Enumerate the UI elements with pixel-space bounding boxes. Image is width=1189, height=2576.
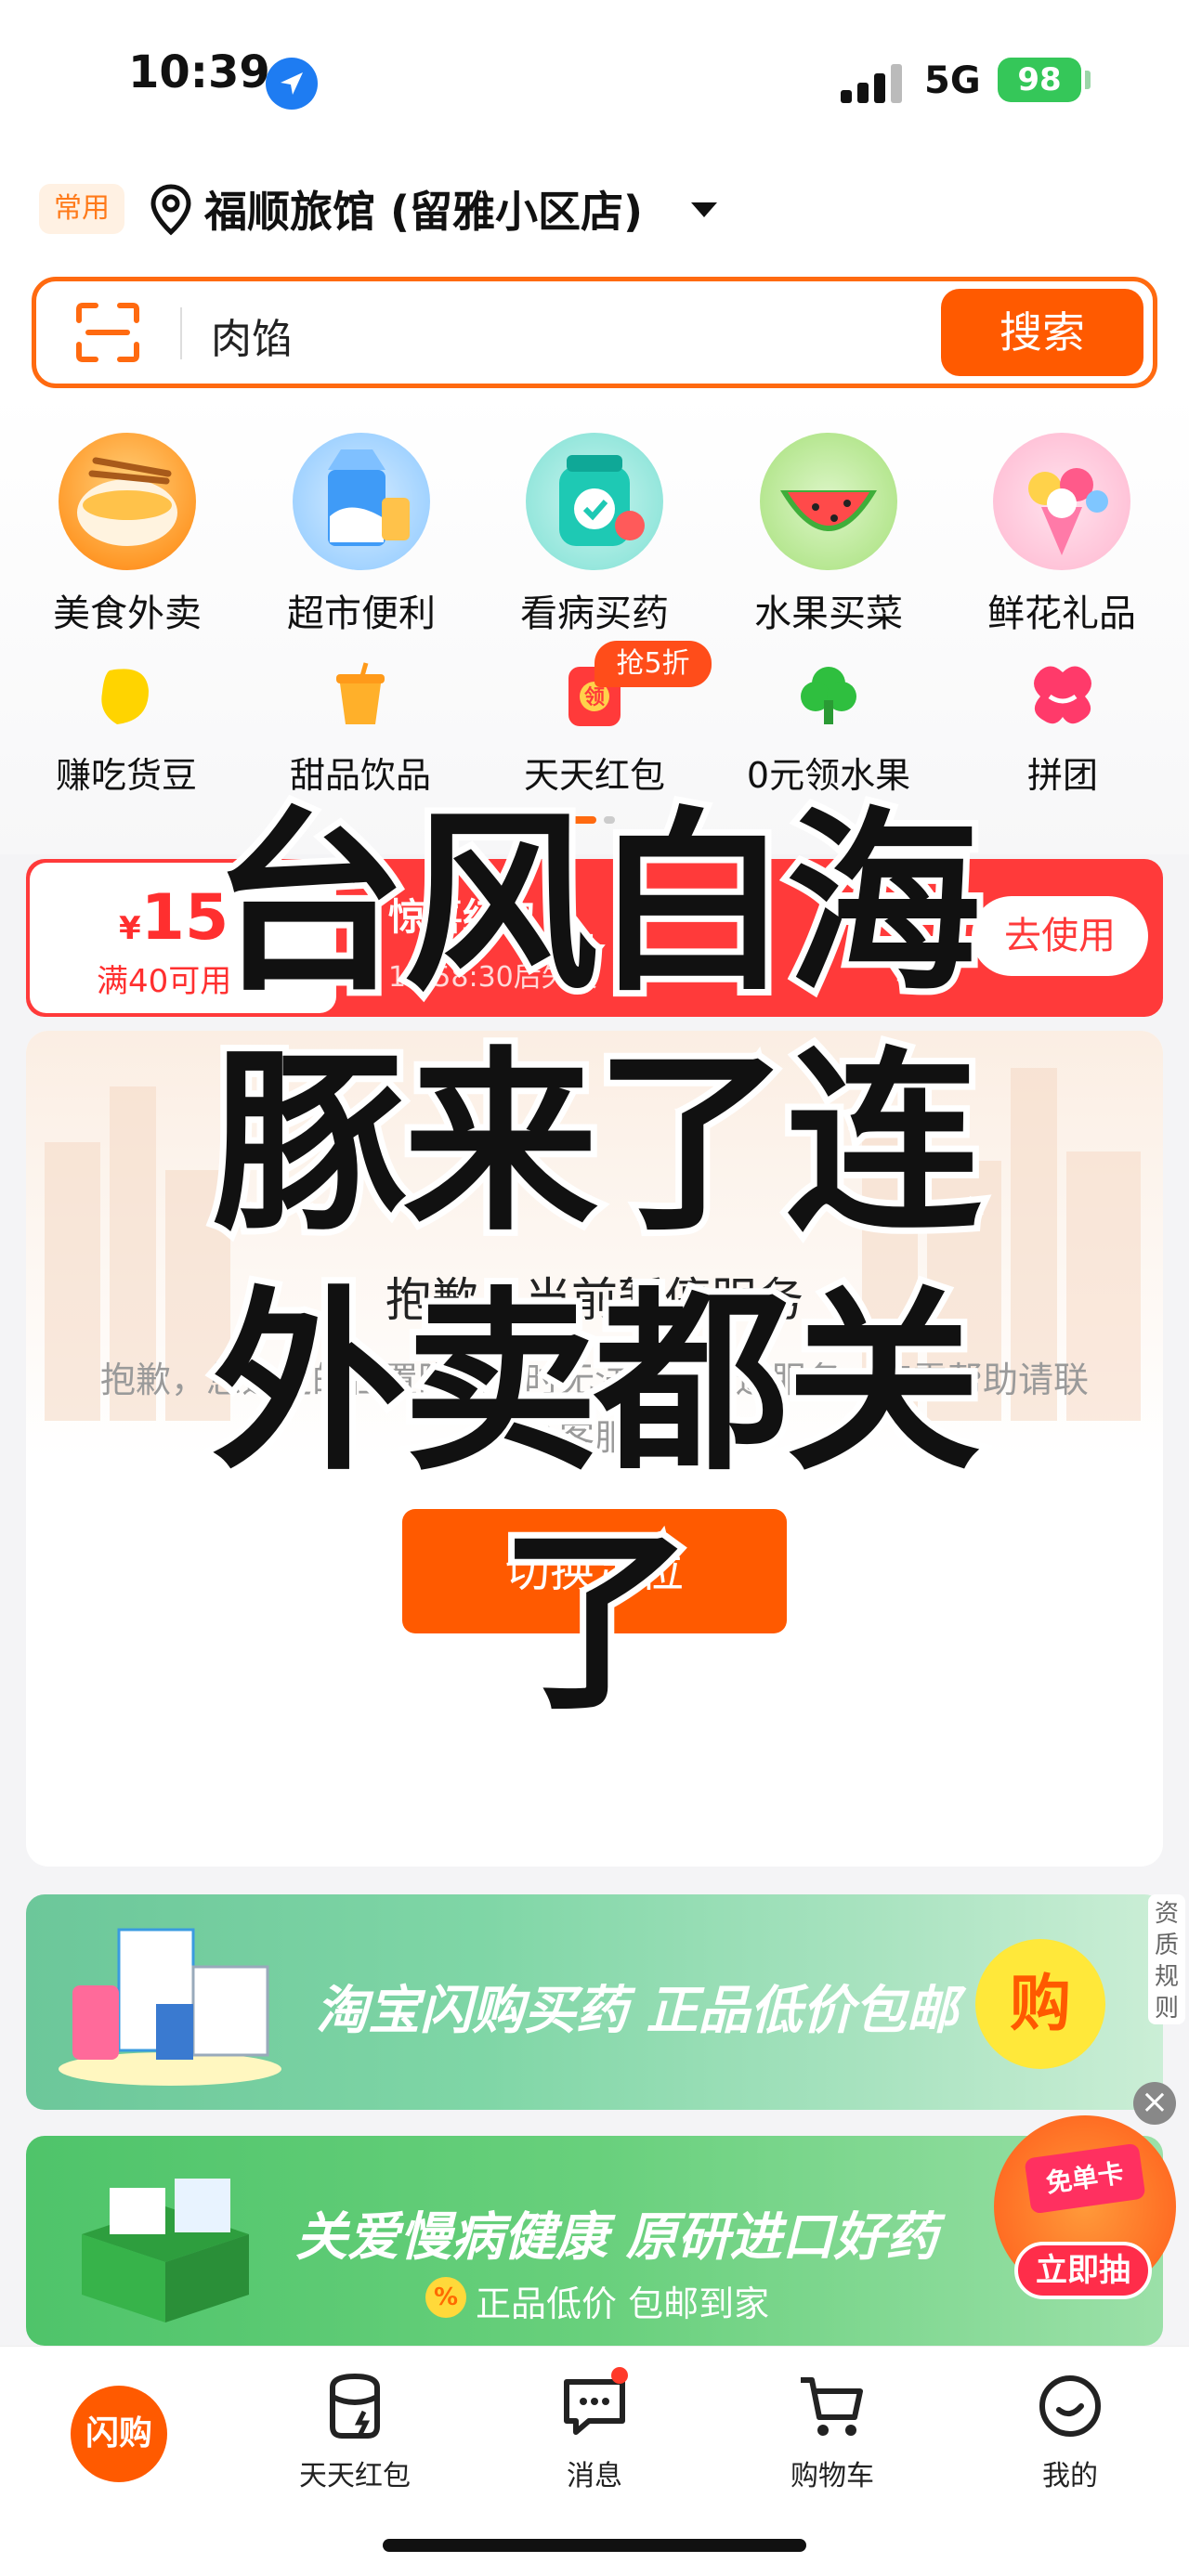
- milk-carton-icon: [293, 433, 430, 570]
- scan-icon[interactable]: [75, 302, 140, 363]
- battery-cap: [1085, 71, 1091, 89]
- flower-bouquet-icon: [993, 433, 1130, 570]
- location-row[interactable]: 常用 福顺旅馆 (留雅小区店): [0, 158, 1189, 269]
- category-label: 超市便利: [287, 592, 436, 635]
- category-supermarket[interactable]: 超市便利: [268, 433, 454, 637]
- category-label: 看病买药: [520, 592, 669, 635]
- address-text[interactable]: 福顺旅馆 (留雅小区店): [204, 178, 643, 240]
- category-food-delivery[interactable]: 美食外卖: [34, 433, 220, 637]
- category-desserts-drinks[interactable]: 甜品饮品: [258, 659, 463, 798]
- ad1-buy-badge[interactable]: 购: [975, 1939, 1105, 2069]
- tab-label: 购物车: [790, 2460, 874, 2492]
- category-earn-beans[interactable]: 赚吃货豆: [24, 659, 229, 798]
- caret-down-icon[interactable]: [691, 202, 717, 217]
- app-screen: 10:39 5G 98 常用 福顺旅馆 (留雅小区店) 肉馅 搜索 美食外卖 超…: [0, 0, 1189, 2576]
- tab-cart[interactable]: 购物车: [739, 2369, 925, 2493]
- category-pharmacy[interactable]: 看病买药: [502, 433, 687, 637]
- location-arrow-icon: [266, 58, 318, 110]
- close-icon[interactable]: ×: [1133, 2082, 1176, 2125]
- smile-face-icon: [1033, 2369, 1107, 2443]
- search-bar[interactable]: 肉馅 搜索: [32, 277, 1157, 388]
- battery-icon: 98: [998, 58, 1081, 102]
- location-pin-icon: [150, 184, 191, 236]
- clock: 10:39: [128, 46, 270, 98]
- tab-profile[interactable]: 我的: [977, 2369, 1163, 2493]
- common-tag: 常用: [39, 184, 124, 234]
- cart-icon: [795, 2369, 869, 2443]
- search-section: 肉馅 搜索: [0, 269, 1189, 390]
- category-label: 鲜花礼品: [987, 592, 1136, 635]
- draw-now-button[interactable]: 立即抽: [1014, 2242, 1152, 2299]
- tab-red-packet[interactable]: 天天红包: [262, 2369, 448, 2493]
- unread-dot: [611, 2367, 628, 2384]
- sale-badge: 抢5折: [594, 641, 712, 687]
- category-fruit-veg[interactable]: 水果买菜: [736, 433, 921, 637]
- category-group-buy[interactable]: 拼团: [960, 659, 1165, 798]
- search-divider: [180, 307, 182, 359]
- category-free-fruit[interactable]: 0元领水果: [726, 659, 931, 798]
- medicine-jar-icon: [526, 433, 663, 570]
- ad2-subtitle: 正品低价 包邮到家: [476, 2283, 770, 2324]
- noodle-bowl-icon: [59, 433, 196, 570]
- category-flowers[interactable]: 鲜花礼品: [969, 433, 1155, 637]
- svg-text:领: 领: [584, 685, 605, 709]
- category-label: 水果买菜: [754, 592, 903, 635]
- overlay-caption: 台风白海豚来了连外卖都关了: [205, 784, 987, 1743]
- network-type: 5G: [924, 59, 981, 102]
- tab-home[interactable]: 闪购: [71, 2386, 167, 2482]
- group-icon: [1027, 659, 1098, 730]
- tree-icon: [793, 659, 864, 730]
- pharmacy-ad-banner[interactable]: 淘宝闪购买药 正品低价包邮 购: [26, 1894, 1163, 2110]
- search-input[interactable]: 肉馅: [211, 306, 293, 365]
- open-box-icon: [82, 2179, 249, 2322]
- medicine-boxes-icon: [59, 1928, 281, 2086]
- search-button[interactable]: 搜索: [941, 289, 1143, 376]
- free-card-label: 免单卡: [1024, 2142, 1146, 2215]
- chat-bubble-icon: [557, 2367, 632, 2443]
- status-bar: 10:39 5G 98: [0, 0, 1189, 158]
- bean-icon: [91, 659, 162, 730]
- signal-icon: [841, 62, 906, 103]
- ad2-slogan: 关爱慢病健康 原研进口好药: [295, 2207, 938, 2268]
- tab-label: 我的: [1042, 2460, 1098, 2492]
- red-packet-cup-icon: [318, 2369, 392, 2443]
- tab-messages[interactable]: 消息: [502, 2367, 687, 2493]
- qualification-rules-tag[interactable]: 资质规则: [1148, 1894, 1185, 2024]
- chronic-care-ad-banner[interactable]: 关爱慢病健康 原研进口好药 % 正品低价 包邮到家: [26, 2136, 1163, 2346]
- drink-cup-icon: [325, 659, 396, 730]
- percent-icon: %: [425, 2277, 466, 2318]
- category-label: 美食外卖: [53, 592, 202, 635]
- tab-label: 天天红包: [299, 2460, 411, 2492]
- tab-label: 消息: [567, 2460, 622, 2492]
- home-indicator: [383, 2539, 806, 2552]
- battery-level: 98: [1017, 61, 1062, 98]
- watermelon-icon: [760, 433, 897, 570]
- ad1-slogan: 淘宝闪购买药 正品低价包邮: [316, 1981, 959, 2041]
